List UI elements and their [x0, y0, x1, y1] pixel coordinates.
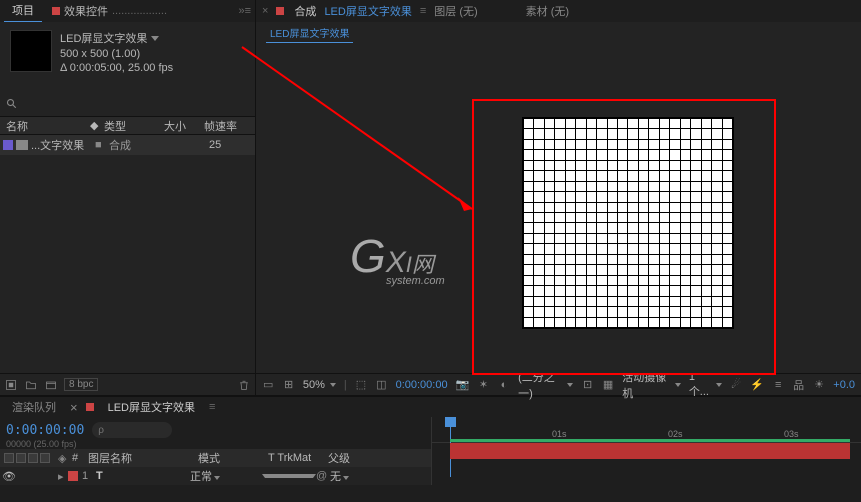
ruler-tick: 01s: [552, 429, 567, 439]
transparency-grid-icon[interactable]: ▦: [602, 378, 614, 392]
text-layer-icon: T: [96, 470, 110, 482]
search-icon: [6, 98, 18, 113]
viewer-active-comp[interactable]: LED屏显文字效果: [324, 3, 411, 19]
ruler-tick: 03s: [784, 429, 799, 439]
project-search-input[interactable]: [24, 96, 249, 114]
reset-exposure-icon[interactable]: ☀: [813, 378, 825, 392]
blend-mode-dropdown[interactable]: 正常: [190, 468, 250, 484]
panel-menu-icon[interactable]: »≡: [238, 5, 251, 17]
new-folder-icon[interactable]: [24, 378, 38, 392]
zoom-dropdown[interactable]: 50%: [303, 379, 336, 391]
col-name[interactable]: 名称: [0, 118, 90, 134]
visibility-toggle-icon[interactable]: 👁: [4, 471, 14, 481]
snapshot-icon[interactable]: 📷: [456, 378, 470, 392]
tab-effect-controls-label: 效果控件: [64, 3, 108, 19]
timeline-search-input[interactable]: [92, 422, 172, 438]
current-timecode[interactable]: 0:00:00:00: [6, 423, 84, 438]
col-trkmat[interactable]: T TrkMat: [268, 452, 328, 464]
item-label-icon: [3, 140, 13, 150]
layer-number: 1: [82, 470, 96, 482]
pixel-aspect-icon[interactable]: ☄: [730, 378, 742, 392]
tab-project[interactable]: 项目: [4, 0, 42, 23]
timeline-ruler[interactable]: 01s 02s 03s: [432, 417, 861, 443]
composition-icon: [16, 140, 28, 150]
composition-viewer[interactable]: GXI网 system.com: [256, 43, 861, 373]
item-name: ...文字效果: [31, 137, 95, 153]
work-area-bar[interactable]: [450, 439, 850, 442]
trkmat-dropdown[interactable]: [262, 474, 316, 478]
timeline-layer-row[interactable]: 👁 ▸ 1 T 正常 @ 无: [0, 467, 431, 485]
grid-icon[interactable]: ⊞: [282, 378, 294, 392]
tab-effect-controls[interactable]: 效果控件..................: [44, 0, 175, 22]
viewer-tab-layer[interactable]: 图层 (无): [434, 3, 477, 19]
composition-thumbnail[interactable]: [10, 30, 52, 72]
lock-toggle-icon[interactable]: [40, 471, 50, 481]
parent-dropdown[interactable]: 无: [330, 468, 374, 484]
col-label[interactable]: ◆: [90, 119, 104, 132]
toggle-alpha-icon[interactable]: ⬚: [355, 378, 367, 392]
composition-duration: Δ 0:00:05:00, 25.00 fps: [60, 62, 173, 74]
layer-label-icon[interactable]: [68, 471, 78, 481]
roi-icon[interactable]: ⊡: [581, 378, 593, 392]
tab-close-icon[interactable]: ×: [70, 400, 78, 415]
show-snapshot-icon[interactable]: ✶: [477, 378, 489, 392]
dropdown-icon[interactable]: [151, 36, 159, 41]
channel-icon[interactable]: ◐: [498, 378, 510, 392]
ruler-tick: 02s: [668, 429, 683, 439]
toggle-mask-icon[interactable]: ◫: [375, 378, 387, 392]
col-parent[interactable]: 父级: [328, 450, 388, 466]
composition-info: LED屏显文字效果 500 x 500 (1.00) Δ 0:00:05:00,…: [0, 22, 255, 94]
item-type: 合成: [109, 137, 169, 153]
tab-indicator-icon: [86, 403, 94, 411]
solo-toggle-icon[interactable]: [28, 471, 38, 481]
col-mode[interactable]: 模式: [198, 450, 268, 466]
led-grid-preview: [522, 117, 734, 329]
project-column-headers: 名称 ◆ 类型 大小 帧速率: [0, 117, 255, 135]
audio-toggle-icon[interactable]: [16, 471, 26, 481]
interpret-footage-icon[interactable]: [4, 378, 18, 392]
color-depth[interactable]: 8 bpc: [64, 378, 98, 391]
col-layer-name[interactable]: 图层名称: [88, 450, 198, 466]
tab-indicator-icon: [276, 7, 284, 15]
lock-icon[interactable]: ×: [262, 5, 268, 17]
new-comp-icon[interactable]: [44, 378, 58, 392]
composition-name: LED屏显文字效果: [60, 30, 147, 46]
magnify-icon[interactable]: ▭: [262, 378, 274, 392]
timeline-icon[interactable]: ≡: [772, 378, 784, 392]
viewer-timecode[interactable]: 0:00:00:00: [396, 379, 448, 391]
watermark: GXI网 system.com: [350, 229, 445, 287]
viewer-tab-footage[interactable]: 素材 (无): [526, 3, 569, 19]
tab-render-queue[interactable]: 渲染队列: [6, 397, 62, 417]
tab-timeline-comp[interactable]: LED屏显文字效果: [102, 397, 201, 417]
layer-duration-bar[interactable]: [450, 443, 850, 459]
timeline-fps-display: 00000 (25.00 fps): [6, 439, 178, 449]
composition-dimensions: 500 x 500 (1.00): [60, 48, 173, 60]
trash-icon[interactable]: [237, 378, 251, 392]
col-size[interactable]: 大小: [164, 118, 204, 134]
comp-flow-icon[interactable]: 品: [792, 378, 804, 392]
tab-indicator-icon: [52, 7, 60, 15]
viewer-tab-composition[interactable]: 合成: [294, 3, 316, 19]
parent-pickwhip-icon[interactable]: @: [316, 470, 330, 482]
project-item-row[interactable]: ...文字效果 ■ 合成 25: [0, 135, 255, 155]
twirl-icon[interactable]: ▸: [58, 470, 68, 483]
timeline-column-headers: ◈ # 图层名称 模式 T TrkMat 父级: [0, 449, 431, 467]
fast-preview-icon[interactable]: ⚡: [750, 378, 764, 392]
col-number[interactable]: #: [72, 452, 88, 464]
col-type[interactable]: 类型: [104, 118, 164, 134]
exposure-value[interactable]: +0.0: [833, 379, 855, 391]
